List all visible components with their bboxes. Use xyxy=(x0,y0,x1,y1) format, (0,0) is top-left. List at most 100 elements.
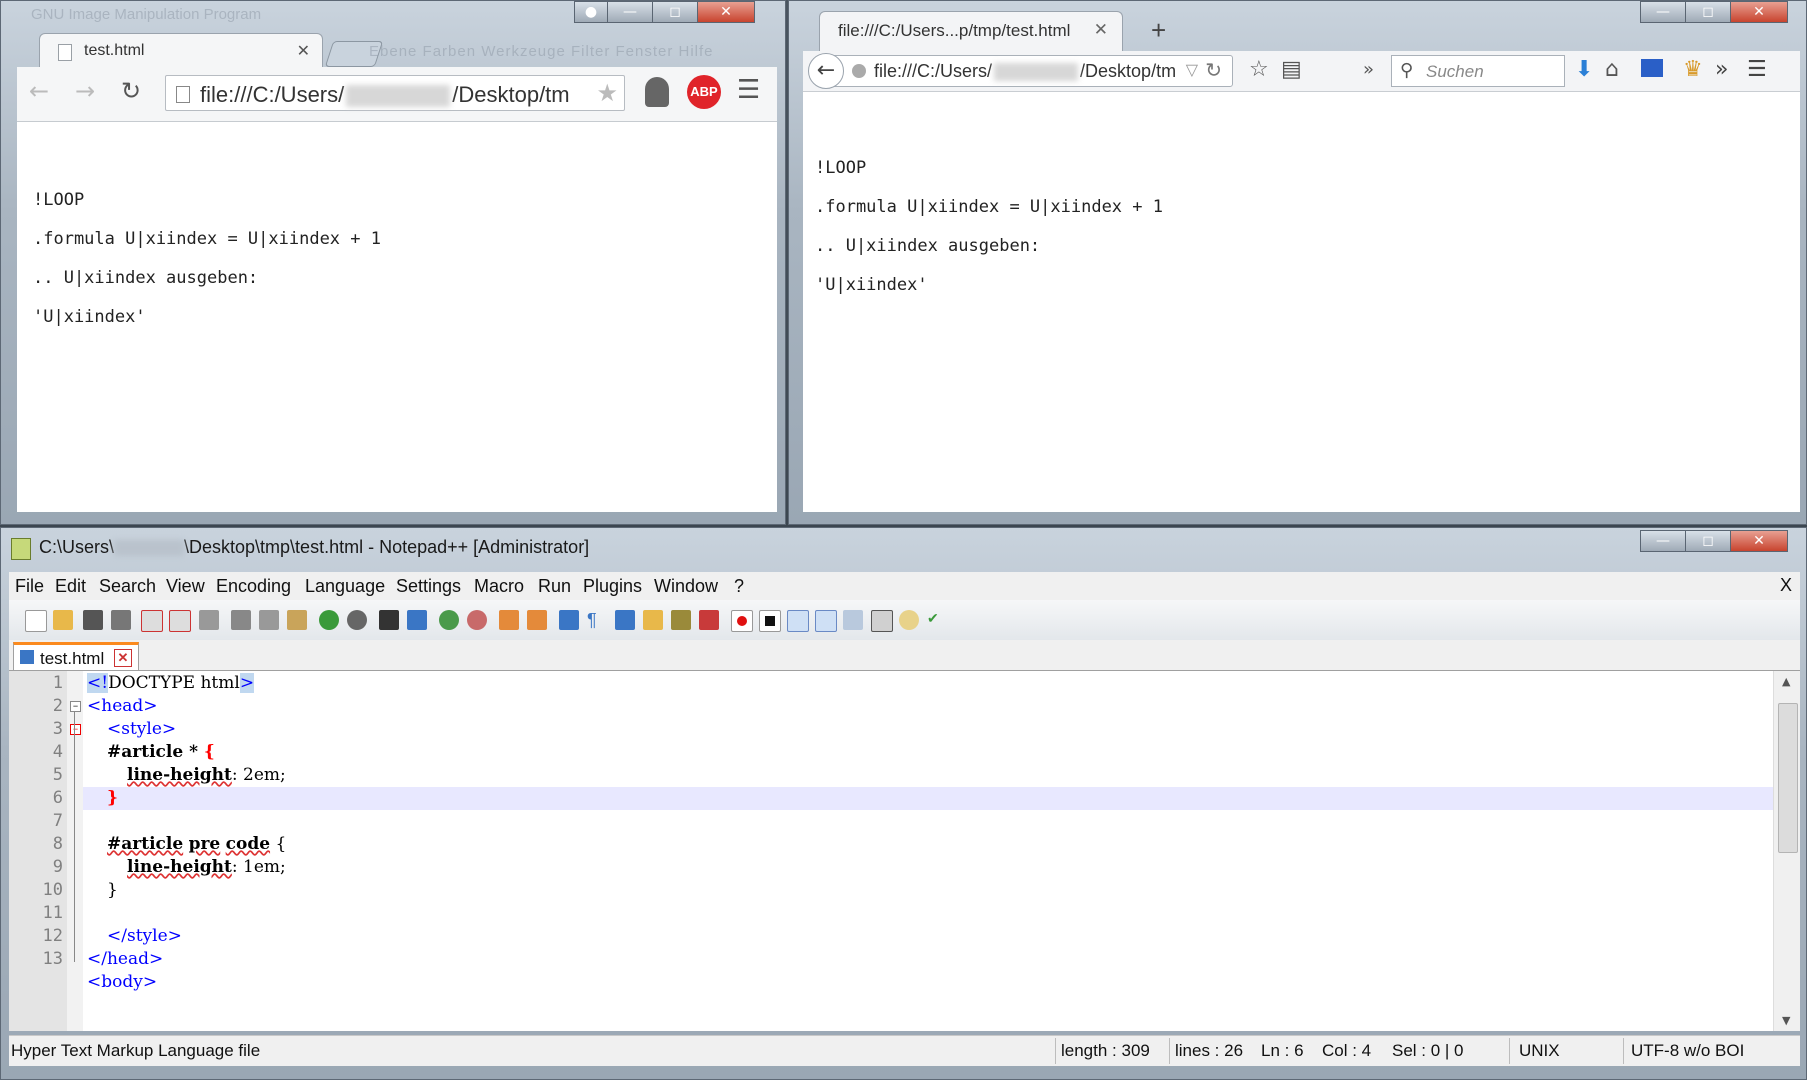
menu-icon[interactable]: ☰ xyxy=(737,75,760,105)
close-tab-icon[interactable]: ✕ xyxy=(114,649,132,667)
print-icon[interactable] xyxy=(199,610,219,630)
vertical-scrollbar[interactable]: ▲ ▼ xyxy=(1773,671,1800,1031)
url-text: file:///C:/Users//Desktop/tm xyxy=(874,61,1177,82)
menu-edit[interactable]: Edit xyxy=(55,576,86,597)
redo-icon[interactable] xyxy=(347,610,367,630)
reload-icon[interactable]: ↻ xyxy=(121,77,141,105)
indent-guide-icon[interactable] xyxy=(615,610,635,630)
overflow-chevron-icon[interactable]: » xyxy=(1363,59,1374,80)
forward-arrow-icon[interactable]: → xyxy=(75,77,95,105)
menu-help[interactable]: ? xyxy=(734,576,744,597)
ghost-icon[interactable] xyxy=(645,77,669,107)
code-editor[interactable]: 1 2 3 4 5 6 7 8 9 10 11 12 13 − − <!DOCT… xyxy=(9,671,1800,1031)
menu-search[interactable]: Search xyxy=(99,576,156,597)
save-icon[interactable] xyxy=(83,610,103,630)
scroll-down-icon[interactable]: ▼ xyxy=(1782,1014,1790,1027)
fold-toggle-icon[interactable]: − xyxy=(70,701,81,712)
addon-icon[interactable]: ♛ xyxy=(1683,57,1703,82)
menu-plugins[interactable]: Plugins xyxy=(583,576,642,597)
sync-h-icon[interactable] xyxy=(527,610,547,630)
star-icon[interactable]: ★ xyxy=(596,79,618,108)
back-arrow-icon[interactable]: ← xyxy=(29,77,49,105)
cut-icon[interactable] xyxy=(231,610,251,630)
undo-icon[interactable] xyxy=(319,610,339,630)
fold-toggle-icon[interactable]: − xyxy=(70,724,81,735)
search-placeholder: Suchen xyxy=(1426,62,1484,81)
user-icon[interactable]: ● xyxy=(574,1,608,23)
open-file-icon[interactable] xyxy=(53,610,73,630)
menu-run[interactable]: Run xyxy=(538,576,571,597)
run-macro-multiple-icon[interactable] xyxy=(815,610,837,632)
menu-encoding[interactable]: Encoding xyxy=(216,576,291,597)
close-button[interactable]: ✕ xyxy=(697,1,755,23)
search-box[interactable]: ⚲ Suchen xyxy=(1391,55,1565,87)
menu-settings[interactable]: Settings xyxy=(396,576,461,597)
copy-icon[interactable] xyxy=(259,610,279,630)
line-number: 8 xyxy=(52,834,63,854)
menu-view[interactable]: View xyxy=(166,576,205,597)
star-icon[interactable]: ☆ xyxy=(1249,57,1269,82)
function-list-icon[interactable] xyxy=(699,610,719,630)
line-number: 2 xyxy=(52,696,63,716)
plugin-icon[interactable] xyxy=(899,610,919,630)
new-tab-button[interactable]: + xyxy=(1151,15,1166,46)
menu-language[interactable]: Language xyxy=(305,576,385,597)
close-button[interactable]: ✕ xyxy=(1730,530,1788,552)
maximize-button[interactable]: ◻ xyxy=(652,1,698,23)
file-tab[interactable]: test.html ✕ xyxy=(13,642,139,670)
menu-file[interactable]: File xyxy=(15,576,44,597)
menu-macro[interactable]: Macro xyxy=(474,576,524,597)
minimize-button[interactable]: — xyxy=(1640,1,1686,23)
scroll-up-icon[interactable]: ▲ xyxy=(1782,675,1790,688)
replace-icon[interactable] xyxy=(407,610,427,630)
save-macro-icon[interactable] xyxy=(843,610,863,630)
spellcheck-icon[interactable] xyxy=(871,610,893,632)
close-tab-icon[interactable]: ✕ xyxy=(297,41,310,61)
abp-icon[interactable]: ABP xyxy=(687,75,721,109)
minimize-button[interactable]: — xyxy=(607,1,653,23)
close-document-button[interactable]: X xyxy=(1780,575,1792,596)
download-icon[interactable]: ⬇ xyxy=(1575,57,1593,82)
zoom-in-icon[interactable] xyxy=(439,610,459,630)
zoom-out-icon[interactable] xyxy=(467,610,487,630)
play-macro-icon[interactable] xyxy=(787,610,809,632)
word-wrap-icon[interactable] xyxy=(559,610,579,630)
new-file-icon[interactable] xyxy=(25,610,47,632)
firefox-tab[interactable]: file:///C:/Users...p/tmp/test.html ✕ xyxy=(819,11,1123,51)
menu-window[interactable]: Window xyxy=(654,576,718,597)
code-line-1: <!DOCTYPE html> xyxy=(87,673,255,693)
minimize-button[interactable]: — xyxy=(1640,530,1686,552)
reading-list-icon[interactable]: ▤ xyxy=(1281,57,1302,82)
save-all-icon[interactable] xyxy=(111,610,131,630)
spell-check-tick-icon[interactable]: ✔ xyxy=(927,610,947,630)
current-line-highlight xyxy=(83,787,1773,810)
menu-icon[interactable]: ☰ xyxy=(1747,57,1767,82)
abe-icon[interactable] xyxy=(1641,59,1663,77)
close-all-icon[interactable] xyxy=(169,610,191,632)
back-arrow-icon[interactable]: ← xyxy=(808,53,844,89)
paste-icon[interactable] xyxy=(287,610,307,630)
stop-macro-icon[interactable] xyxy=(759,610,781,632)
show-all-chars-icon[interactable]: ¶ xyxy=(587,610,607,630)
find-icon[interactable] xyxy=(379,610,399,630)
maximize-button[interactable]: ◻ xyxy=(1685,530,1731,552)
url-bar[interactable]: ← file:///C:/Users//Desktop/tm ▽ ↻ xyxy=(808,53,1233,89)
dropdown-icon[interactable]: ▽ xyxy=(1186,60,1198,80)
close-button[interactable]: ✕ xyxy=(1730,1,1788,23)
chrome-tabstrip: test.html ✕ Ebene Farben Werkzeuge Filte… xyxy=(9,29,779,67)
chrome-tab[interactable]: test.html ✕ xyxy=(39,33,323,67)
close-tab-icon[interactable]: ✕ xyxy=(1094,20,1108,40)
omnibox[interactable]: file:///C:/Users//Desktop/tm ★ xyxy=(165,75,625,111)
record-macro-icon[interactable] xyxy=(731,610,753,632)
home-icon[interactable]: ⌂ xyxy=(1605,57,1619,82)
firefox-tab-label: file:///C:/Users...p/tmp/test.html xyxy=(838,21,1071,40)
background-menu: Ebene Farben Werkzeuge Filter Fenster Hi… xyxy=(369,43,714,60)
udl-icon[interactable] xyxy=(643,610,663,630)
overflow-chevron-icon[interactable]: » xyxy=(1715,57,1728,82)
reload-icon[interactable]: ↻ xyxy=(1205,58,1222,82)
close-file-icon[interactable] xyxy=(141,610,163,632)
sync-v-icon[interactable] xyxy=(499,610,519,630)
scrollbar-thumb[interactable] xyxy=(1778,703,1798,853)
maximize-button[interactable]: ◻ xyxy=(1685,1,1731,23)
doc-map-icon[interactable] xyxy=(671,610,691,630)
